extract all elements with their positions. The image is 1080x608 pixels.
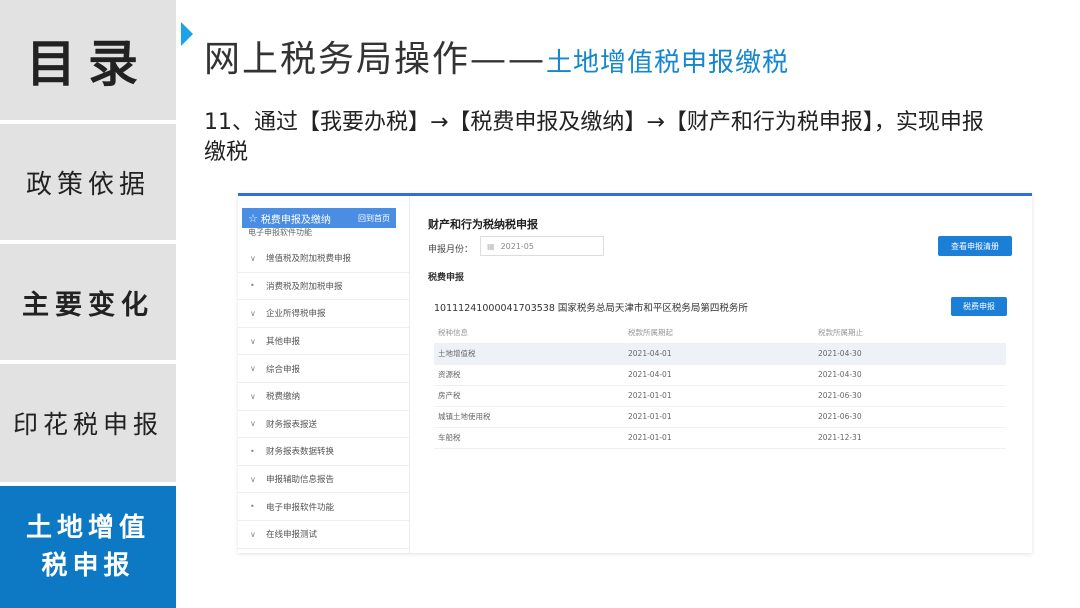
nav-item-changes[interactable]: 主要变化	[0, 244, 176, 360]
sidebar-menu-item[interactable]: • 财务报表数据转换	[238, 438, 410, 466]
table-cell: 2021-12-31	[814, 427, 1006, 449]
embedded-screenshot: 电子申报软件功能 ☆ 税费申报及缴纳 回到首页 ∨ 增值税及附加税费申报 • 消费税及…	[238, 193, 1032, 553]
table-header-cell: 税款所属期起	[624, 322, 814, 344]
home-link[interactable]: 回到首页	[358, 213, 390, 224]
section-label: 税费申报	[428, 273, 465, 283]
sidebar-menu-label: 增值税及附加税费申报	[266, 254, 352, 265]
month-input[interactable]: ▦ 2021-05	[480, 236, 604, 256]
table-cell: 2021-04-30	[814, 364, 1006, 386]
taxpayer-line: 10111241000041703538 国家税务总局天津市和平区税务局第四税务…	[434, 303, 748, 314]
chevron-down-icon: ∨	[250, 529, 256, 539]
calendar-icon: ▦	[487, 241, 495, 251]
month-label: 申报月份：	[428, 245, 474, 255]
sidebar-header[interactable]: ☆ 税费申报及缴纳 回到首页	[242, 208, 396, 228]
sidebar-menu-item[interactable]: • 电子申报软件功能	[238, 493, 410, 521]
chevron-down-icon: ∨	[250, 419, 256, 429]
table-cell: 资源税	[434, 364, 624, 386]
month-value: 2021-05	[500, 241, 534, 251]
sidebar-menu-item[interactable]: ∨ 其他申报	[238, 328, 410, 356]
table-row[interactable]: 房产税 2021-01-01 2021-06-30	[434, 385, 1006, 407]
chevron-down-icon: ∨	[250, 474, 256, 484]
nav-item-land-vat[interactable]: 土地增值税申报	[0, 486, 176, 608]
bullet-icon: •	[250, 502, 255, 512]
sidebar-menu-label: 在线申报测试	[266, 530, 318, 541]
sidebar-menu-label: 申报辅助信息报告	[266, 475, 335, 486]
table-row[interactable]: 土地增值税 2021-04-01 2021-04-30	[434, 343, 1006, 365]
bullet-icon: •	[250, 446, 255, 456]
sidebar-menu-item[interactable]: ∨ 综合申报	[238, 355, 410, 383]
sidebar-clipped-item: 电子申报软件功能	[248, 228, 312, 237]
table-cell: 2021-04-30	[814, 343, 1006, 365]
page-heading: 网上税务局操作——土地增值税申报缴税	[204, 30, 789, 82]
table-header-cell: 税款所属期止	[814, 322, 1006, 344]
sidebar-menu-label: 财务报表报送	[266, 419, 318, 430]
table-cell: 2021-04-01	[624, 364, 814, 386]
sidebar-menu-label: 企业所得税申报	[266, 309, 326, 320]
sidebar-header-label: 税费申报及缴纳	[260, 214, 331, 226]
bullet-icon: •	[250, 281, 255, 291]
chevron-down-icon: ∨	[250, 391, 256, 401]
chevron-down-icon: ∨	[250, 336, 256, 346]
star-icon: ☆	[248, 211, 258, 225]
table-cell: 2021-01-01	[624, 427, 814, 449]
heading-main: 网上税务局操作——	[204, 39, 547, 80]
table-cell: 城镇土地使用税	[434, 406, 624, 428]
sidebar-menu-item[interactable]: ∨ 企业所得税申报	[238, 300, 410, 328]
table-cell: 车船税	[434, 427, 624, 449]
sidebar-menu-label: 财务报表数据转换	[266, 447, 335, 458]
table-row[interactable]: 资源税 2021-04-01 2021-04-30	[434, 364, 1006, 386]
table-cell: 2021-01-01	[624, 406, 814, 428]
nav-item-stamp-tax[interactable]: 印花税申报	[0, 364, 176, 482]
sidebar-menu-label: 税费缴纳	[266, 392, 301, 403]
chevron-down-icon: ∨	[250, 253, 256, 263]
table-cell: 2021-06-30	[814, 406, 1006, 428]
sidebar-menu-label: 综合申报	[266, 364, 301, 375]
table-row[interactable]: 城镇土地使用税 2021-01-01 2021-06-30	[434, 406, 1006, 428]
table-cell: 2021-01-01	[624, 385, 814, 407]
table-cell: 房产税	[434, 385, 624, 407]
chevron-down-icon: ∨	[250, 364, 256, 374]
heading-sub: 土地增值税申报缴税	[546, 48, 790, 78]
declare-button[interactable]: 税费申报	[951, 297, 1007, 316]
sidebar-menu-item[interactable]: ∨ 增值税及附加税费申报	[238, 245, 410, 273]
sidebar-menu: ∨ 增值税及附加税费申报 • 消费税及附加税申报 ∨ 企业所得税申报 ∨ 其他申报 ∨ 综合申报 ∨…	[238, 245, 410, 549]
table-row[interactable]: 车船税 2021-01-01 2021-12-31	[434, 427, 1006, 449]
sidebar-menu-item[interactable]: ∨ 在线申报测试	[238, 521, 410, 549]
nav-title: 目录	[0, 0, 176, 120]
nav-item-policy[interactable]: 政策依据	[0, 124, 176, 240]
table-cell: 土地增值税	[434, 343, 624, 365]
chevron-down-icon: ∨	[250, 308, 256, 318]
form-title: 财产和行为税纳税申报	[428, 218, 538, 231]
sidebar-menu-label: 电子申报软件功能	[266, 502, 335, 513]
sidebar-menu-item[interactable]: ∨ 财务报表报送	[238, 411, 410, 439]
view-list-button[interactable]: 查看申报清册	[938, 236, 1012, 256]
sidebar-menu-item[interactable]: ∨ 税费缴纳	[238, 383, 410, 411]
left-navigation: 目录 政策依据 主要变化 印花税申报 土地增值税申报	[0, 0, 176, 608]
sidebar-menu-item[interactable]: • 消费税及附加税申报	[238, 273, 410, 301]
tax-table: 税种信息 税款所属期起 税款所属期止 土地增值税 2021-04-01 2021-04-3…	[434, 322, 1006, 449]
table-cell: 2021-04-01	[624, 343, 814, 365]
screenshot-sidebar: 电子申报软件功能 ☆ 税费申报及缴纳 回到首页 ∨ 增值税及附加税费申报 • 消费税及…	[238, 196, 410, 553]
sidebar-menu-item[interactable]: ∨ 申报辅助信息报告	[238, 466, 410, 494]
sidebar-menu-label: 其他申报	[266, 337, 301, 348]
table-header-row: 税种信息 税款所属期起 税款所属期止	[434, 322, 1006, 344]
table-header-cell: 税种信息	[434, 322, 624, 344]
table-cell: 2021-06-30	[814, 385, 1006, 407]
step-instruction: 11、通过【我要办税】→【税费申报及缴纳】→【财产和行为税申报】，实现申报缴税	[204, 110, 984, 165]
screenshot-main: 财产和行为税纳税申报 申报月份： ▦ 2021-05 查看申报清册 税费申报 1…	[410, 196, 1032, 553]
triangle-marker-icon	[181, 22, 193, 46]
sidebar-menu-label: 消费税及附加税申报	[266, 281, 343, 292]
